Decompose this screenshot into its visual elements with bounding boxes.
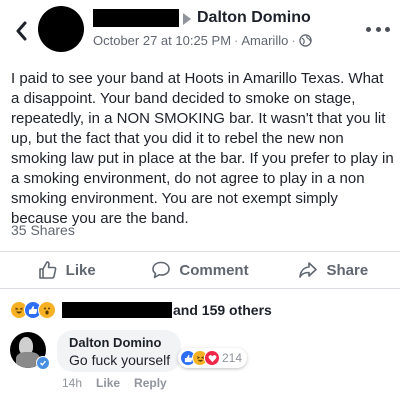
post-date[interactable]: October 27 at 10:25 PM bbox=[93, 33, 231, 48]
more-dot bbox=[375, 26, 381, 32]
comment-timestamp[interactable]: 14h bbox=[62, 376, 82, 390]
comment-reaction-count: 214 bbox=[222, 351, 243, 365]
share-arrow-icon bbox=[299, 262, 318, 278]
back-button[interactable] bbox=[10, 18, 32, 44]
poster-avatar[interactable] bbox=[38, 6, 84, 52]
share-label: Share bbox=[326, 261, 369, 279]
meta-separator: · bbox=[234, 33, 239, 48]
more-dots-icon bbox=[366, 26, 371, 32]
comment-bubble: Dalton Domino Go fuck yourself bbox=[57, 330, 181, 372]
post-location[interactable]: Amarillo bbox=[241, 33, 288, 48]
divider-bottom bbox=[0, 288, 400, 289]
comment-button[interactable]: Comment bbox=[133, 252, 266, 288]
shares-count[interactable]: 35 Shares bbox=[11, 222, 75, 238]
meta-separator-2: · bbox=[291, 33, 296, 48]
love-reaction-icon bbox=[204, 350, 220, 366]
post-header: Dalton Domino October 27 at 10:25 PM · A… bbox=[0, 0, 400, 58]
post-action-bar: Like Comment Share bbox=[0, 252, 400, 288]
wow-reaction-icon bbox=[38, 301, 56, 319]
comment-reply-button[interactable]: Reply bbox=[134, 376, 167, 390]
comment-like-button[interactable]: Like bbox=[96, 376, 120, 390]
post-text: I paid to see your band at Hoots in Amar… bbox=[11, 70, 394, 227]
thumbs-up-icon bbox=[38, 261, 57, 279]
redacted-reactor-names bbox=[62, 302, 172, 318]
comment-actions: 14h Like Reply bbox=[62, 376, 167, 390]
more-options-button[interactable] bbox=[366, 22, 390, 36]
reactions-others-count: and 159 others bbox=[173, 302, 272, 318]
page-name-link[interactable]: Dalton Domino bbox=[197, 9, 311, 27]
comment-author[interactable]: Dalton Domino bbox=[69, 335, 169, 351]
like-label: Like bbox=[65, 261, 96, 279]
like-button[interactable]: Like bbox=[0, 252, 133, 288]
post-meta: October 27 at 10:25 PM · Amarillo · bbox=[93, 33, 312, 48]
globe-icon bbox=[298, 34, 312, 47]
redacted-poster-name bbox=[93, 9, 179, 27]
speech-bubble-icon bbox=[152, 261, 171, 279]
share-button[interactable]: Share bbox=[267, 252, 400, 288]
chevron-left-icon bbox=[16, 21, 27, 41]
reactions-summary[interactable]: and 159 others bbox=[10, 299, 272, 321]
more-dot bbox=[385, 26, 390, 32]
comment-label: Comment bbox=[179, 261, 249, 279]
comment-text: Go fuck yourself bbox=[69, 352, 171, 368]
posted-to-arrow-icon bbox=[183, 13, 191, 25]
comment-reactions[interactable]: 214 bbox=[178, 348, 248, 368]
verified-badge-icon bbox=[36, 356, 50, 370]
